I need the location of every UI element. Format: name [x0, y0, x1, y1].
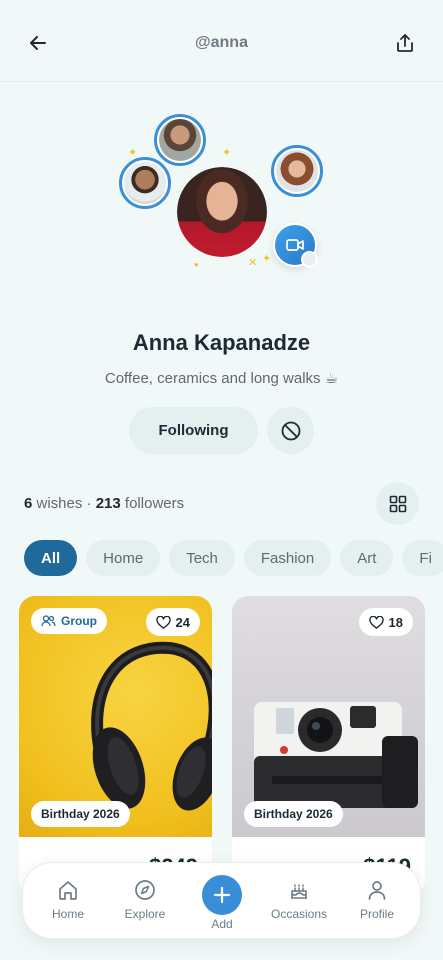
wishes-label: wishes — [36, 495, 83, 512]
nav-home-label: Home — [51, 907, 84, 921]
group-badge: Group — [31, 608, 107, 634]
nav-add-button[interactable] — [202, 875, 242, 915]
profile-stats: 6 wishes · 213 followers — [24, 495, 184, 512]
nav-add-label: Add — [211, 917, 233, 931]
sparkle-icon: ✦ — [128, 147, 138, 159]
filter-chip-fashion[interactable]: Fashion — [243, 540, 332, 576]
block-button[interactable] — [267, 407, 314, 454]
wishes-count: 6 — [24, 495, 33, 512]
profile-bio: Coffee, ceramics and long walks ☕ — [104, 370, 339, 387]
nav-explore-label: Explore — [124, 907, 166, 921]
filter-chip-all[interactable]: All — [24, 540, 78, 576]
like-button[interactable]: 18 — [358, 608, 413, 636]
sparkle-icon: ✦ — [222, 147, 232, 159]
avatar-cluster: ✦ ✦ ✦ ✕ ● — [0, 100, 443, 300]
sparkle-icon: ● — [194, 260, 199, 269]
users-icon — [41, 615, 56, 627]
filter-chip-art[interactable]: Art — [340, 540, 394, 576]
bottom-navigation: Home Explore Add Occasions Profile — [22, 862, 421, 939]
plus-icon — [213, 886, 231, 904]
cake-badge-icon — [301, 251, 318, 268]
video-call-button[interactable] — [273, 223, 318, 268]
following-button[interactable]: Following — [129, 407, 258, 454]
heart-icon — [155, 615, 171, 629]
profile-avatar — [177, 167, 267, 257]
home-icon — [59, 881, 77, 900]
grid-view-button[interactable] — [376, 482, 419, 525]
share-icon — [397, 34, 413, 52]
share-button[interactable] — [388, 26, 422, 60]
nav-home[interactable]: Home — [33, 879, 103, 921]
friend-avatar[interactable] — [119, 157, 171, 209]
wish-card[interactable]: Group 24 Birthday 2026 $249 — [19, 596, 212, 896]
friend-avatar[interactable] — [154, 114, 206, 166]
grid-icon — [389, 495, 406, 512]
group-label: Group — [61, 614, 97, 628]
like-count: 18 — [388, 614, 403, 630]
sparkle-icon: ✦ — [262, 253, 272, 265]
filter-chip-partial[interactable]: Fi — [402, 540, 443, 576]
profile-name: Anna Kapanadze — [132, 330, 311, 355]
like-count: 24 — [175, 614, 190, 630]
nav-explore[interactable]: Explore — [110, 879, 180, 921]
occasion-badge: Birthday 2026 — [31, 801, 130, 827]
friend-avatar[interactable] — [271, 145, 323, 197]
video-camera-icon — [286, 239, 304, 251]
user-icon — [368, 881, 386, 900]
filter-chip-home[interactable]: Home — [86, 540, 161, 576]
occasion-badge: Birthday 2026 — [244, 801, 343, 827]
nav-occasions[interactable]: Occasions — [264, 879, 334, 921]
nav-occasions-label: Occasions — [270, 907, 328, 921]
followers-label: followers — [124, 495, 185, 512]
block-icon — [281, 421, 300, 440]
nav-profile[interactable]: Profile — [342, 879, 412, 921]
header-username: @anna — [195, 34, 248, 51]
top-header: @anna — [0, 0, 443, 82]
filter-chips: All Home Tech Fashion Art Fi — [24, 540, 443, 576]
stats-separator: · — [86, 495, 92, 512]
heart-icon — [368, 615, 384, 629]
like-button[interactable]: 24 — [145, 608, 200, 636]
sparkle-icon: ✕ — [248, 257, 258, 269]
followers-count: 213 — [95, 495, 121, 512]
cake-icon — [291, 884, 307, 899]
nav-profile-label: Profile — [359, 907, 394, 921]
compass-icon — [135, 880, 155, 900]
wish-card[interactable]: 18 Birthday 2026 $119 — [232, 596, 425, 896]
filter-chip-tech[interactable]: Tech — [169, 540, 235, 576]
